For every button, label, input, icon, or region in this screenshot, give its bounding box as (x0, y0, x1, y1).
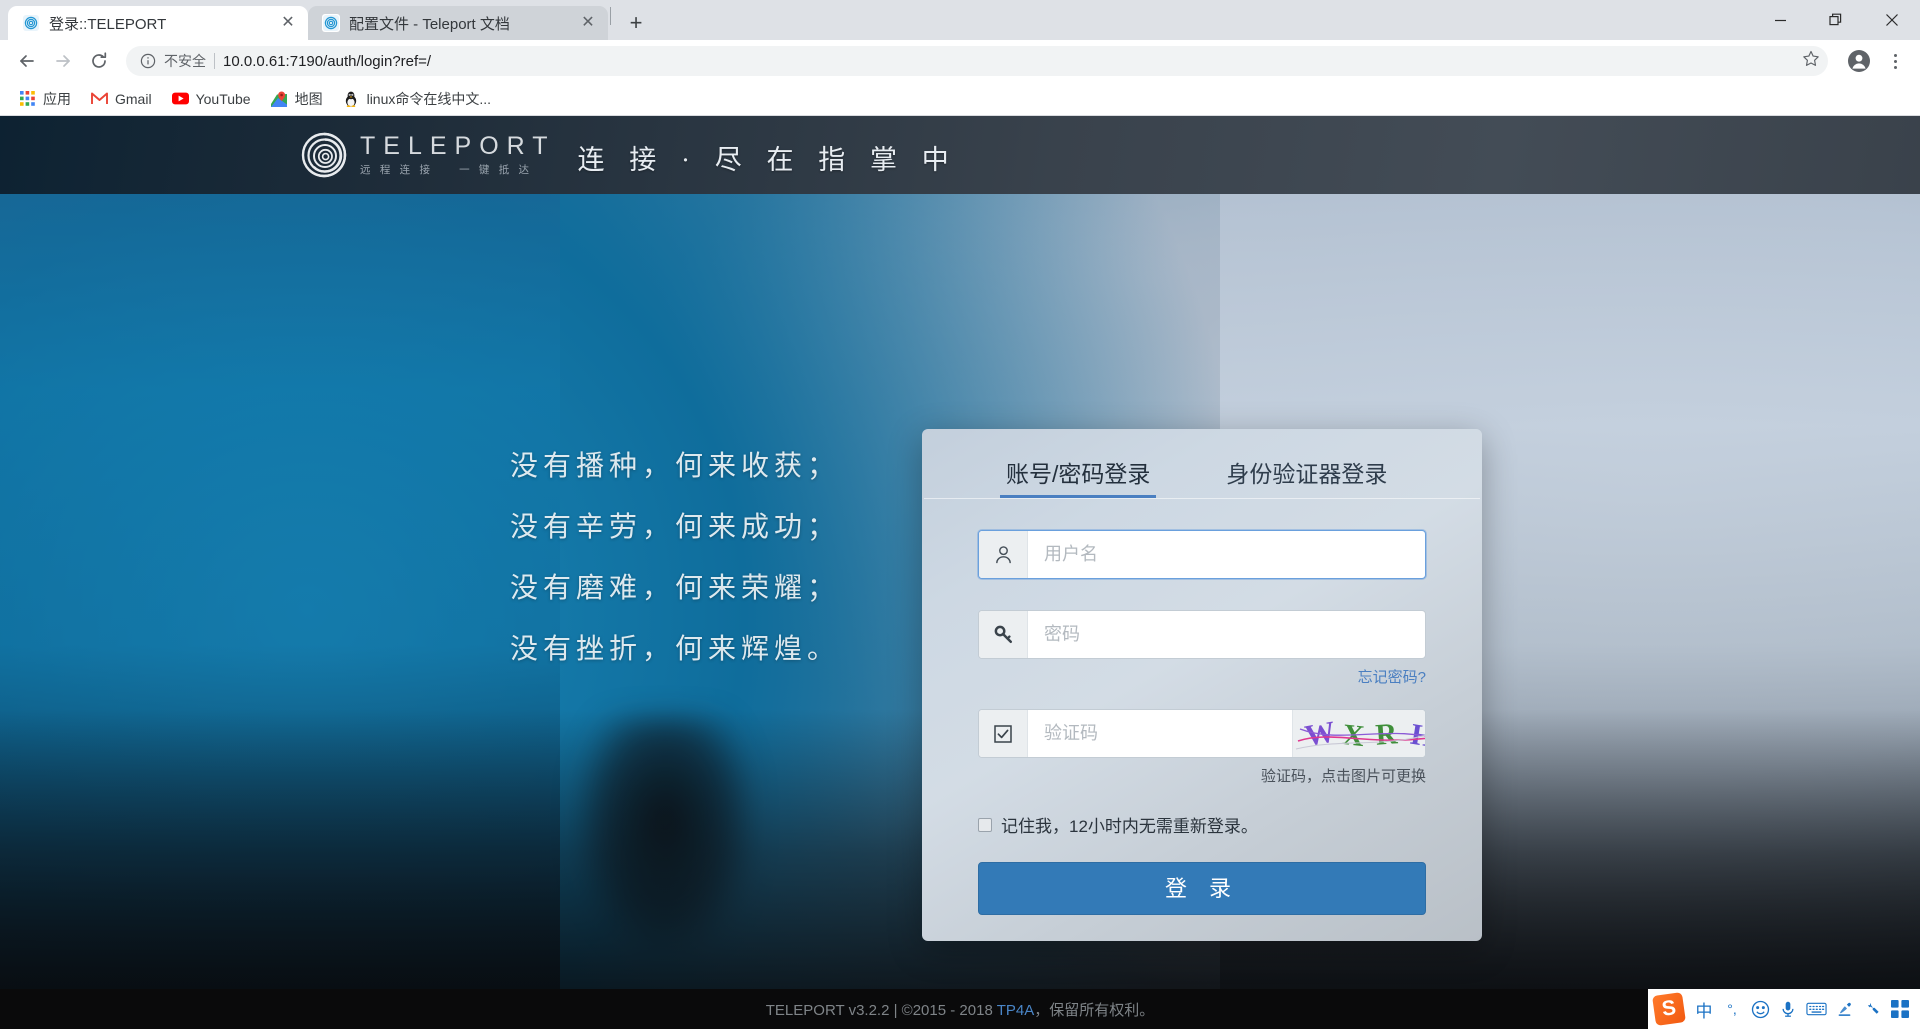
user-icon (979, 531, 1028, 578)
captcha-image[interactable]: W X R H (1292, 710, 1425, 757)
poem-line: 没有挫折，何来辉煌。 (510, 634, 841, 665)
google-maps-icon (271, 90, 288, 107)
site-footer: TELEPORT v3.2.2 | ©2015 - 2018 TP4A，保留所有… (0, 989, 1920, 1029)
handwriting-icon[interactable] (1830, 993, 1858, 1025)
poem-line: 没有辛劳，何来成功； (510, 512, 841, 543)
browser-toolbar: 不安全 10.0.0.61:7190/auth/login?ref=/ (0, 40, 1920, 82)
omnibox-separator (214, 53, 215, 69)
captcha-hint: 验证码，点击图片可更换 (1260, 768, 1426, 785)
sogou-s-logo[interactable]: S (1652, 992, 1686, 1026)
site-header: TELEPORT 远 程 连 接 一 键 抵 达 连 接 · 尽 在 指 掌 中 (0, 116, 1920, 194)
tab-close-icon[interactable]: ✕ (278, 13, 298, 33)
bookmark-youtube[interactable]: YouTube (163, 86, 260, 111)
profile-avatar-icon[interactable] (1842, 44, 1876, 78)
brand-slogan: 连 接 · 尽 在 指 掌 中 (577, 144, 958, 175)
panel-grid-icon[interactable] (1886, 993, 1914, 1025)
remember-me-row[interactable]: 记住我，12小时内无需重新登录。 (978, 812, 1426, 837)
star-icon[interactable] (1802, 50, 1820, 73)
url-text: 10.0.0.61:7190/auth/login?ref=/ (223, 52, 432, 70)
bookmark-label: 应用 (43, 90, 71, 107)
soft-keyboard-icon[interactable] (1802, 993, 1830, 1025)
minimize-icon[interactable] (1752, 0, 1808, 40)
bookmark-maps[interactable]: 地图 (262, 85, 332, 113)
apps-grid-icon (19, 90, 36, 107)
password-field[interactable] (978, 610, 1426, 659)
linux-penguin-icon (343, 90, 360, 107)
teleport-spiral-icon (322, 14, 340, 32)
footer-prefix: TELEPORT v3.2.2 | ©2015 - 2018 (765, 1001, 997, 1019)
login-tabs: 账号/密码登录 身份验证器登录 (924, 429, 1480, 499)
bookmark-label: Gmail (115, 90, 152, 107)
brand-subtitle: 远 程 连 接 一 键 抵 达 (360, 164, 533, 177)
bookmark-apps[interactable]: 应用 (10, 85, 80, 113)
tab-title: 配置文件 - Teleport 文档 (349, 15, 510, 33)
gmail-icon (91, 90, 108, 107)
browser-tab-1[interactable]: 配置文件 - Teleport 文档 ✕ (308, 6, 608, 40)
tab-close-icon[interactable]: ✕ (578, 13, 598, 33)
footer-copyright: TELEPORT v3.2.2 | ©2015 - 2018 TP4A，保留所有… (766, 999, 1154, 1020)
ime-toolbar: S 中 °, (1648, 989, 1920, 1029)
microphone-icon[interactable] (1774, 993, 1802, 1025)
tab-title: 登录::TELEPORT (49, 15, 167, 33)
page-content: TELEPORT 远 程 连 接 一 键 抵 达 连 接 · 尽 在 指 掌 中… (0, 116, 1920, 1029)
login-form: 忘记密码? W X (922, 530, 1482, 915)
bookmark-label: 地图 (294, 90, 323, 107)
poem-block: 没有播种，何来收获； 没有辛劳，何来成功； 没有磨难，何来荣耀； 没有挫折，何来… (510, 436, 840, 680)
info-circle-icon (140, 53, 156, 69)
brand-name: TELEPORT (360, 131, 556, 160)
toolbar-right-actions (1842, 44, 1910, 78)
teleport-spiral-logo (300, 131, 348, 179)
window-controls (1752, 0, 1920, 40)
youtube-icon (171, 90, 189, 107)
tab-authenticator-login[interactable]: 身份验证器登录 (1220, 455, 1393, 498)
bookmark-gmail[interactable]: Gmail (82, 86, 161, 111)
reload-icon[interactable] (82, 44, 116, 78)
forgot-password-link[interactable]: 忘记密码? (978, 666, 1426, 687)
browser-window: 登录::TELEPORT ✕ 配置文件 - Teleport 文档 ✕ + 不安… (0, 0, 1920, 1030)
forward-arrow-icon[interactable] (46, 44, 80, 78)
tab-strip: 登录::TELEPORT ✕ 配置文件 - Teleport 文档 ✕ + (0, 0, 1920, 40)
username-input[interactable] (1028, 531, 1425, 578)
tab-password-login[interactable]: 账号/密码登录 (1000, 455, 1157, 498)
tab-separator (610, 7, 611, 25)
address-bar[interactable]: 不安全 10.0.0.61:7190/auth/login?ref=/ (126, 46, 1828, 76)
remember-me-checkbox[interactable] (978, 817, 992, 832)
login-card: 账号/密码登录 身份验证器登录 用户名 忘记密码? 验证码 W X R H 验证… (922, 429, 1482, 941)
new-tab-button[interactable]: + (619, 6, 653, 40)
punctuation-mode-icon[interactable]: °, (1718, 993, 1746, 1025)
captcha-field[interactable]: W X R H (978, 709, 1426, 758)
bookmark-linux-commands[interactable]: linux命令在线中文... (334, 85, 500, 113)
password-input[interactable] (1028, 611, 1425, 658)
poem-line: 没有播种，何来收获； (510, 451, 841, 482)
browser-tab-0[interactable]: 登录::TELEPORT ✕ (8, 6, 308, 40)
footer-suffix: ，保留所有权利。 (1034, 1001, 1155, 1019)
brand-text: TELEPORT 远 程 连 接 一 键 抵 达 (360, 133, 556, 177)
login-submit-button[interactable]: 登 录 (978, 862, 1426, 915)
emoji-icon[interactable] (1746, 993, 1774, 1025)
bookmark-label: linux命令在线中文... (366, 90, 492, 107)
teleport-spiral-icon (22, 14, 40, 32)
username-field[interactable] (978, 530, 1426, 579)
close-icon[interactable] (1864, 0, 1920, 40)
security-status-label: 不安全 (164, 53, 206, 69)
checkbox-icon (979, 710, 1028, 757)
bookmark-label: YouTube (195, 90, 251, 107)
poem-line: 没有磨难，何来荣耀； (510, 573, 841, 604)
three-dot-menu-icon[interactable] (1880, 44, 1910, 78)
remember-me-label: 记住我，12小时内无需重新登录。 (1001, 817, 1258, 836)
brand-logo[interactable]: TELEPORT 远 程 连 接 一 键 抵 达 (300, 131, 556, 179)
bookmarks-bar: 应用 Gmail YouTube 地图 linux命令在线中文... (0, 82, 1920, 116)
key-icon (979, 611, 1028, 658)
footer-brand-link[interactable]: TP4A (997, 1002, 1035, 1019)
toolbox-icon[interactable] (1858, 993, 1886, 1025)
captcha-input[interactable] (1028, 710, 1292, 757)
chinese-mode-icon[interactable]: 中 (1690, 993, 1718, 1025)
back-arrow-icon[interactable] (10, 44, 44, 78)
restore-icon[interactable] (1808, 0, 1864, 40)
